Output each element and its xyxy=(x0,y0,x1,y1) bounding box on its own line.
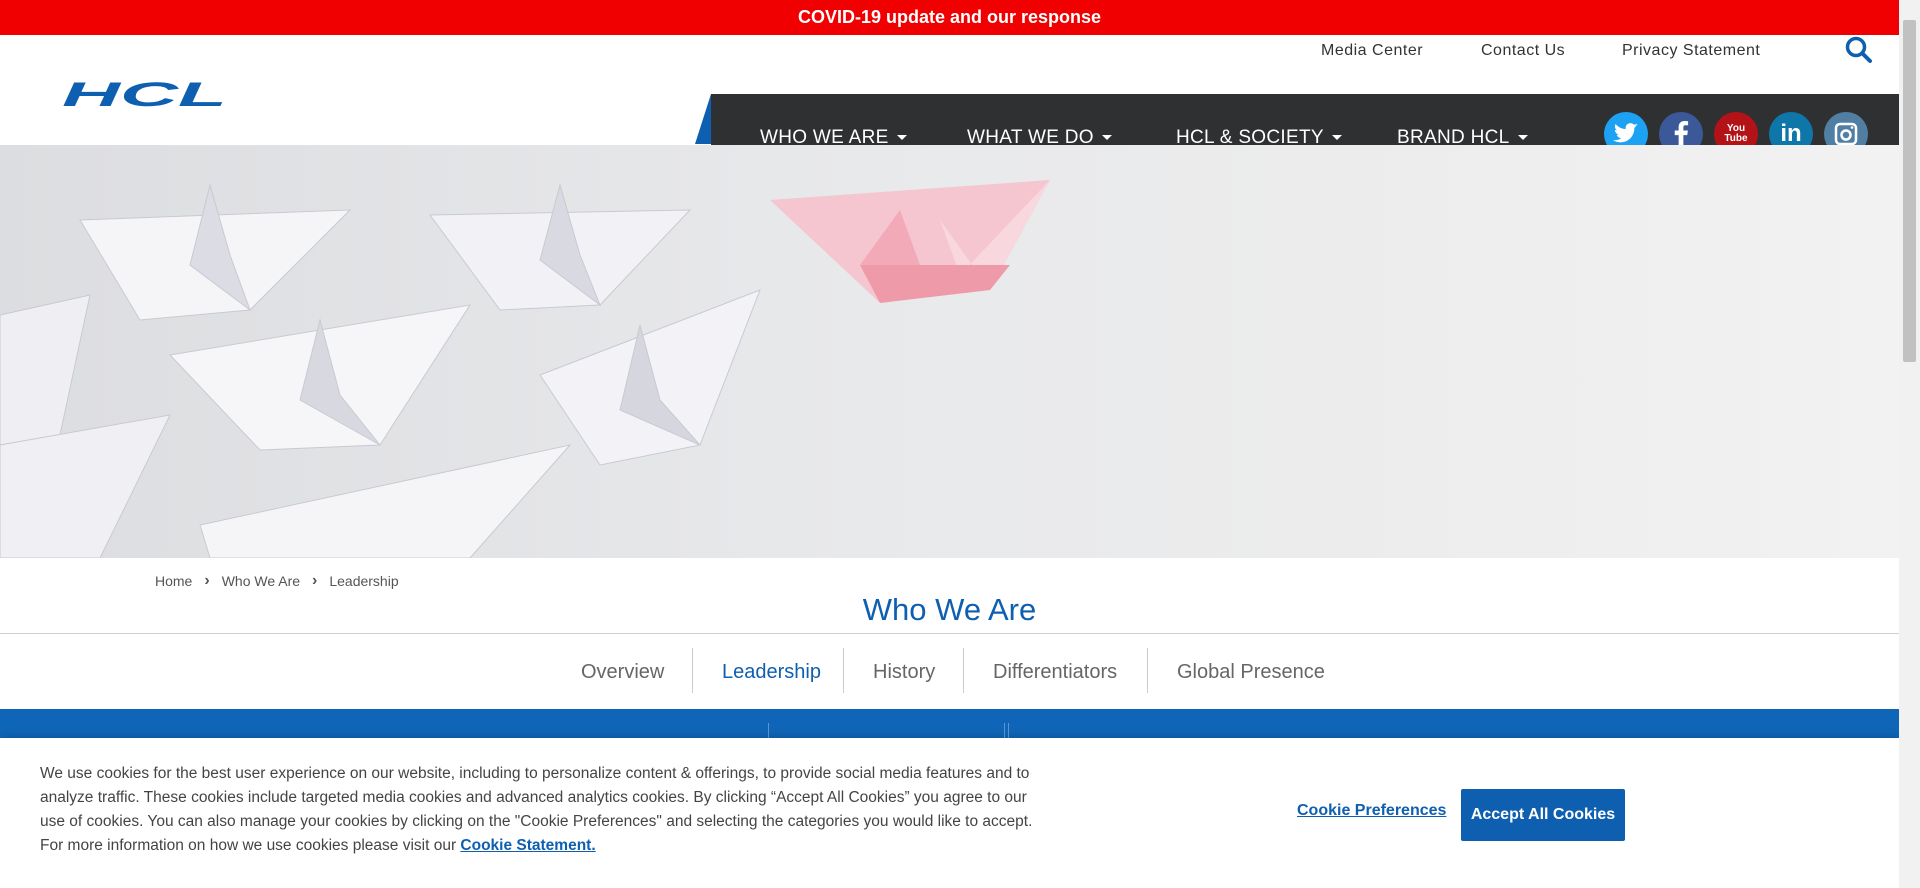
tab-leadership[interactable]: Leadership xyxy=(722,652,821,692)
content-band xyxy=(0,709,1899,739)
breadcrumb-home[interactable]: Home xyxy=(155,573,192,589)
contact-us-link[interactable]: Contact Us xyxy=(1481,38,1565,64)
band-separator xyxy=(1004,723,1005,739)
caret-down-icon xyxy=(1101,135,1112,140)
covid-banner[interactable]: COVID-19 update and our response xyxy=(0,0,1899,35)
nav-accent-shape xyxy=(695,94,711,144)
hcl-logo[interactable]: HCL xyxy=(62,76,232,114)
linkedin-icon-text: in xyxy=(1780,120,1802,147)
tab-differentiators-label[interactable]: Differentiators xyxy=(993,661,1117,684)
tab-overview[interactable]: Overview xyxy=(581,652,664,692)
chevron-right-icon: › xyxy=(312,572,318,589)
breadcrumb-current: Leadership xyxy=(329,573,399,589)
tab-separator xyxy=(963,648,964,693)
media-center-link[interactable]: Media Center xyxy=(1321,38,1423,64)
page-title: Who We Are xyxy=(862,592,1037,627)
media-center-link-label[interactable]: Media Center xyxy=(1321,42,1423,60)
hero-image xyxy=(0,145,1899,558)
tab-separator xyxy=(843,648,844,693)
youtube-icon-text: You Tube xyxy=(1724,123,1748,144)
band-separator xyxy=(768,723,769,739)
divider xyxy=(0,633,1899,634)
band-separator xyxy=(1008,723,1009,739)
caret-down-icon xyxy=(1517,135,1528,140)
contact-us-link-label[interactable]: Contact Us xyxy=(1481,42,1565,60)
covid-banner-text[interactable]: COVID-19 update and our response xyxy=(798,7,1101,28)
tab-separator xyxy=(1147,648,1148,693)
privacy-statement-link-label[interactable]: Privacy Statement xyxy=(1622,42,1760,60)
tab-separator xyxy=(692,648,693,693)
privacy-statement-link[interactable]: Privacy Statement xyxy=(1622,38,1760,64)
tab-global-presence[interactable]: Global Presence xyxy=(1177,652,1325,692)
cookie-banner-text: We use cookies for the best user experie… xyxy=(40,762,1050,858)
caret-down-icon xyxy=(896,135,907,140)
breadcrumb-who-we-are[interactable]: Who We Are xyxy=(222,573,300,589)
scrollbar-thumb[interactable] xyxy=(1903,20,1916,362)
tab-history-label[interactable]: History xyxy=(873,661,935,684)
tab-history[interactable]: History xyxy=(873,652,935,692)
tab-overview-label[interactable]: Overview xyxy=(581,661,664,684)
chevron-right-icon: › xyxy=(204,572,210,589)
tab-global-presence-label[interactable]: Global Presence xyxy=(1177,661,1325,684)
cookie-preferences-button[interactable]: Cookie Preferences xyxy=(1297,802,1446,820)
caret-down-icon xyxy=(1331,135,1342,140)
cookie-statement-link[interactable]: Cookie Statement. xyxy=(460,837,595,854)
svg-text:HCL: HCL xyxy=(62,80,227,110)
tab-differentiators[interactable]: Differentiators xyxy=(993,652,1117,692)
breadcrumb: Home › Who We Are › Leadership xyxy=(155,570,399,592)
search-icon[interactable] xyxy=(1844,35,1874,65)
accept-all-cookies-button[interactable]: Accept All Cookies xyxy=(1461,789,1625,841)
tab-leadership-label[interactable]: Leadership xyxy=(722,661,821,684)
